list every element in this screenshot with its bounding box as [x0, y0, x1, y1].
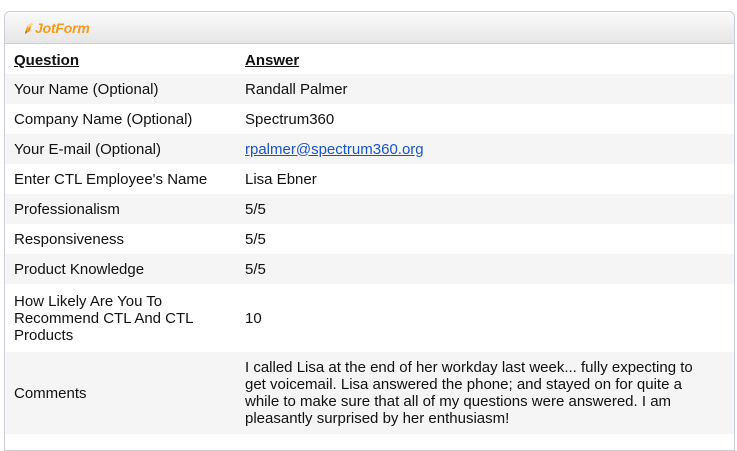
pencil-icon: [24, 22, 33, 34]
table-row: Your Name (Optional) Randall Palmer: [5, 74, 734, 104]
table-row: Responsiveness 5/5: [5, 224, 734, 254]
table-row: Comments I called Lisa at the end of her…: [5, 352, 734, 434]
table-row: Enter CTL Employee's Name Lisa Ebner: [5, 164, 734, 194]
question-cell: Enter CTL Employee's Name: [14, 170, 208, 188]
answer-cell: Lisa Ebner: [245, 170, 317, 188]
card-header: JotForm: [5, 12, 734, 44]
answer-cell: I called Lisa at the end of her workday …: [245, 359, 693, 427]
column-header-answer: Answer: [245, 51, 300, 69]
question-cell: Product Knowledge: [14, 260, 145, 278]
logo-text: JotForm: [35, 20, 90, 36]
answer-cell: Randall Palmer: [245, 80, 348, 98]
question-cell: Company Name (Optional): [14, 110, 193, 128]
submission-table: Question Answer Your Name (Optional) Ran…: [5, 44, 734, 434]
question-cell: Comments: [14, 384, 87, 402]
email-link[interactable]: rpalmer@spectrum360.org: [245, 141, 424, 158]
table-row: Product Knowledge 5/5: [5, 254, 734, 284]
question-cell: How Likely Are You To Recommend CTL And …: [14, 292, 193, 344]
question-cell: Responsiveness: [14, 230, 125, 248]
table-header-row: Question Answer: [5, 44, 734, 74]
table-row: How Likely Are You To Recommend CTL And …: [5, 284, 734, 352]
table-row: Professionalism 5/5: [5, 194, 734, 224]
answer-cell: 5/5: [245, 200, 266, 218]
column-header-question: Question: [14, 51, 80, 69]
answer-cell: 5/5: [245, 230, 266, 248]
answer-cell: 10: [245, 309, 262, 327]
answer-cell: 5/5: [245, 260, 266, 278]
answer-cell: Spectrum360: [245, 110, 335, 128]
question-cell: Professionalism: [14, 200, 120, 218]
question-cell: Your E-mail (Optional): [14, 140, 162, 158]
jotform-logo: JotForm: [24, 20, 90, 36]
question-cell: Your Name (Optional): [14, 80, 159, 98]
submission-card: JotForm Question Answer Your Name (Optio…: [4, 11, 735, 451]
table-row: Company Name (Optional) Spectrum360: [5, 104, 734, 134]
table-row: Your E-mail (Optional) rpalmer@spectrum3…: [5, 134, 734, 164]
answer-cell: rpalmer@spectrum360.org: [245, 134, 734, 164]
